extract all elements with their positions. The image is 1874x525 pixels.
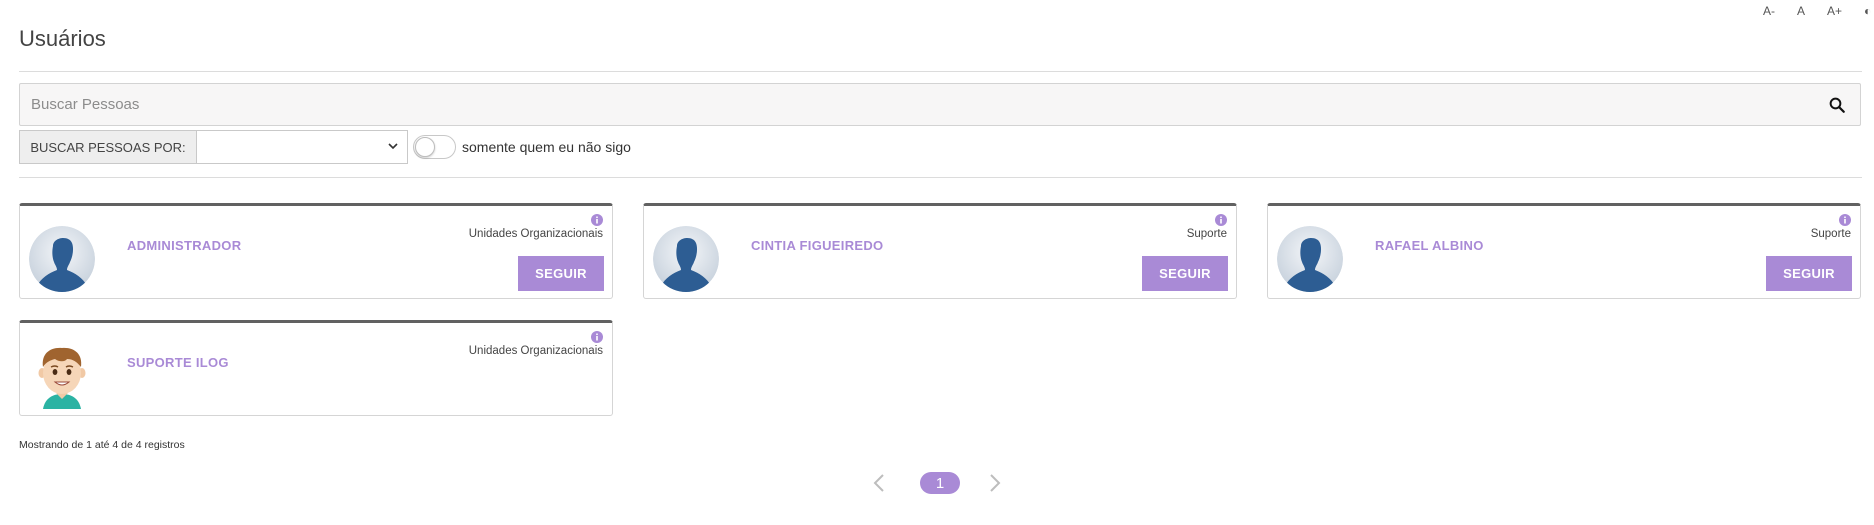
user-silhouette-icon: [1277, 226, 1343, 292]
follow-button[interactable]: SEGUIR: [1766, 256, 1852, 291]
search-by-label[interactable]: BUSCAR PESSOAS POR:: [19, 130, 197, 164]
chevron-right-icon[interactable]: [988, 473, 1002, 493]
search-input[interactable]: [20, 84, 1860, 125]
user-name[interactable]: ADMINISTRADOR: [127, 238, 241, 253]
font-size-controls: A- A A+ ◐: [1763, 4, 1874, 18]
info-icon[interactable]: [591, 331, 603, 343]
user-category: Suporte: [1810, 228, 1851, 240]
cartoon-boy-avatar-icon: [38, 347, 86, 409]
user-card: SUPORTE ILOG Unidades Organizacionais: [19, 320, 613, 416]
search-bar: [19, 83, 1861, 126]
avatar: [1277, 226, 1343, 292]
user-card: RAFAEL ALBINO Suporte SEGUIR: [1267, 203, 1861, 299]
chevron-down-icon: [388, 143, 398, 150]
follow-button[interactable]: SEGUIR: [518, 256, 604, 291]
page-title: Usuários: [19, 26, 106, 51]
info-icon[interactable]: [1215, 214, 1227, 226]
user-card: CINTIA FIGUEIREDO Suporte SEGUIR: [643, 203, 1237, 299]
pagination: 1: [0, 468, 1874, 498]
user-silhouette-icon: [653, 226, 719, 292]
filter-row: BUSCAR PESSOAS POR: somente quem eu não …: [19, 130, 631, 164]
info-icon[interactable]: [591, 214, 603, 226]
user-category: Unidades Organizacionais: [468, 228, 603, 240]
search-by-select[interactable]: [197, 130, 408, 164]
chevron-left-icon[interactable]: [872, 473, 886, 493]
user-name[interactable]: RAFAEL ALBINO: [1375, 238, 1484, 253]
search-icon[interactable]: [1828, 96, 1846, 114]
user-silhouette-icon: [29, 226, 95, 292]
user-name[interactable]: SUPORTE ILOG: [127, 355, 229, 370]
records-info: Mostrando de 1 até 4 de 4 registros: [19, 439, 185, 451]
font-normal-button[interactable]: A: [1797, 4, 1805, 18]
user-card: ADMINISTRADOR Unidades Organizacionais S…: [19, 203, 613, 299]
title-divider: [19, 71, 1862, 72]
font-decrease-button[interactable]: A-: [1763, 4, 1775, 18]
contrast-icon[interactable]: ◐: [1864, 4, 1874, 18]
follow-button[interactable]: SEGUIR: [1142, 256, 1228, 291]
page-1-button[interactable]: 1: [920, 472, 960, 494]
filter-divider: [19, 177, 1862, 178]
not-following-toggle[interactable]: [413, 135, 456, 159]
avatar: [29, 343, 95, 409]
font-increase-button[interactable]: A+: [1827, 4, 1842, 18]
info-icon[interactable]: [1839, 214, 1851, 226]
user-category: Unidades Organizacionais: [468, 345, 603, 357]
user-name[interactable]: CINTIA FIGUEIREDO: [751, 238, 883, 253]
avatar: [29, 226, 95, 292]
not-following-toggle-label: somente quem eu não sigo: [462, 139, 631, 155]
user-category: Suporte: [1186, 228, 1227, 240]
avatar: [653, 226, 719, 292]
toggle-knob: [415, 137, 435, 157]
